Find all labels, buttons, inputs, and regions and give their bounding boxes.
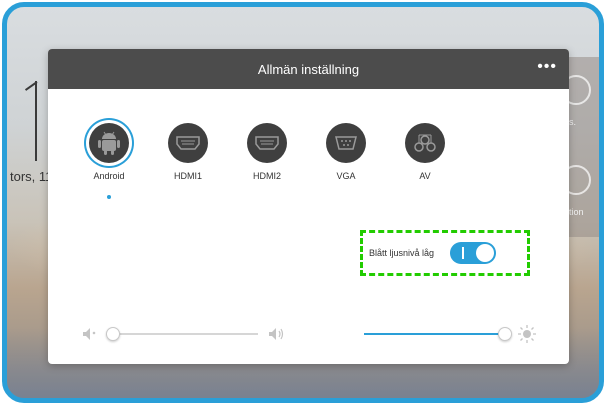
- toggle-knob[interactable]: [476, 244, 495, 262]
- background-tile-label: tion: [569, 207, 584, 217]
- speaker-low-icon[interactable]: [82, 326, 98, 347]
- source-vga[interactable]: VGA: [323, 123, 402, 181]
- background-clock: [15, 81, 37, 161]
- volume-slider[interactable]: [82, 324, 292, 344]
- brightness-track[interactable]: [364, 333, 506, 335]
- background-tile-label: s.: [569, 117, 577, 127]
- background-date: tors, 11: [10, 169, 53, 184]
- brightness-slider[interactable]: [334, 324, 544, 344]
- source-hdmi1[interactable]: HDMI1: [165, 123, 244, 181]
- hdmi-icon[interactable]: [168, 123, 208, 163]
- source-label: Android: [93, 171, 125, 181]
- more-options-button[interactable]: •••: [537, 57, 557, 77]
- speaker-high-icon[interactable]: [268, 326, 286, 347]
- toggle-on-mark: [462, 247, 465, 259]
- dialog-header: Allmän inställning •••: [48, 49, 569, 89]
- selected-indicator: [107, 195, 111, 199]
- blue-light-setting: Blått ljusnivå låg: [360, 230, 530, 276]
- source-label: HDMI2: [252, 171, 281, 181]
- moon-icon[interactable]: [334, 326, 348, 347]
- volume-thumb[interactable]: [106, 327, 120, 341]
- blue-light-label: Blått ljusnivå låg: [369, 248, 435, 258]
- sun-icon[interactable]: [518, 325, 536, 348]
- brightness-thumb[interactable]: [498, 327, 512, 341]
- android-icon[interactable]: [89, 123, 129, 163]
- source-hdmi2[interactable]: HDMI2: [244, 123, 323, 181]
- vga-icon[interactable]: [326, 123, 366, 163]
- general-settings-dialog: Allmän inställning ••• Android HDMI1 HDM…: [48, 49, 569, 364]
- volume-track[interactable]: [106, 333, 258, 335]
- dialog-title: Allmän inställning: [257, 61, 360, 77]
- blue-light-toggle[interactable]: [450, 242, 497, 264]
- source-av[interactable]: AV: [402, 123, 481, 181]
- av-icon[interactable]: [405, 123, 445, 163]
- source-label: AV: [419, 171, 431, 181]
- source-label: HDMI1: [173, 171, 202, 181]
- source-label: VGA: [336, 171, 356, 181]
- hdmi-icon[interactable]: [247, 123, 287, 163]
- input-source-list: Android HDMI1 HDMI2 VGA AV: [86, 123, 481, 199]
- source-android[interactable]: Android: [86, 123, 165, 199]
